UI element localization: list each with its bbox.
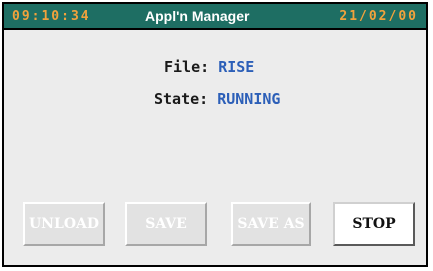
file-value: RISE bbox=[218, 58, 255, 76]
application-manager-screen: 09:10:34 Appl'n Manager 21/02/00 File: R… bbox=[2, 2, 428, 267]
date-display: 21/02/00 bbox=[339, 9, 418, 24]
file-row: File: RISE bbox=[164, 58, 254, 76]
file-label: File: bbox=[164, 58, 210, 76]
title-bar: 09:10:34 Appl'n Manager 21/02/00 bbox=[4, 4, 426, 30]
state-value: RUNNING bbox=[217, 90, 281, 108]
page-title: Appl'n Manager bbox=[145, 8, 250, 24]
save-as-button[interactable]: SAVE AS bbox=[231, 202, 311, 246]
unload-button[interactable]: UNLOAD bbox=[23, 202, 105, 246]
state-label: State: bbox=[154, 90, 209, 108]
save-button[interactable]: SAVE bbox=[125, 202, 207, 246]
clock-time: 09:10:34 bbox=[12, 9, 91, 24]
state-row: State: RUNNING bbox=[154, 90, 280, 108]
stop-button[interactable]: STOP bbox=[333, 202, 415, 246]
